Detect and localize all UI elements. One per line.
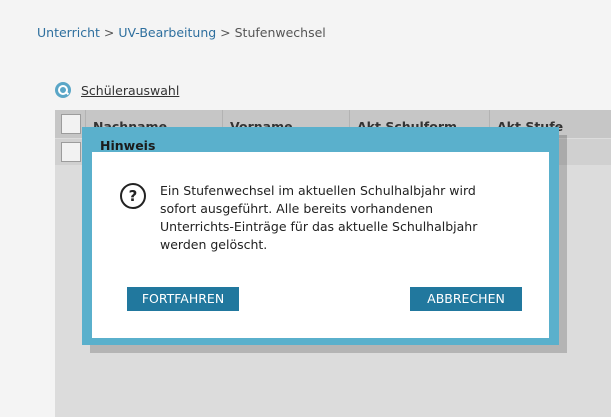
search-icon[interactable] — [55, 82, 71, 98]
cancel-button[interactable]: ABBRECHEN — [410, 287, 522, 311]
breadcrumb-current: Stufenwechsel — [234, 25, 326, 40]
breadcrumb-unterricht[interactable]: Unterricht — [37, 25, 100, 40]
row-checkbox[interactable] — [61, 142, 81, 162]
breadcrumb-separator: > — [99, 25, 119, 40]
select-all-checkbox[interactable] — [61, 114, 81, 134]
dialog-message: Ein Stufenwechsel im aktuellen Schulhalb… — [160, 183, 478, 252]
student-selection-row: Schülerauswahl — [55, 81, 179, 99]
dialog-title: Hinweis — [100, 138, 156, 153]
breadcrumb-separator: > — [216, 25, 235, 40]
question-icon: ? — [120, 183, 146, 209]
breadcrumb: Unterricht > UV-Bearbeitung > Stufenwech… — [37, 25, 326, 40]
breadcrumb-uv-bearbeitung[interactable]: UV-Bearbeitung — [118, 25, 216, 40]
continue-button[interactable]: FORTFAHREN — [127, 287, 239, 311]
student-selection-link[interactable]: Schülerauswahl — [81, 83, 179, 98]
